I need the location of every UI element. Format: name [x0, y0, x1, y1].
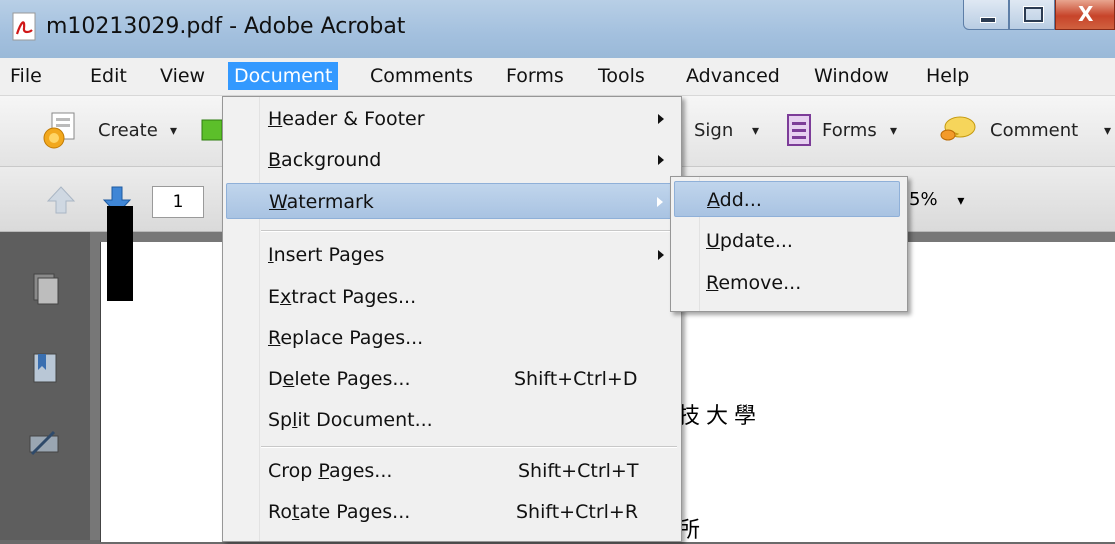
menu-item-watermark[interactable]: Watermark — [226, 183, 678, 219]
zoom-dropdown-icon: ▾ — [957, 193, 965, 209]
menu-help[interactable]: Help — [920, 62, 975, 90]
submenu-item-remove[interactable]: Remove... — [674, 265, 900, 301]
menu-item-split-document[interactable]: Split Document... — [226, 402, 676, 438]
submenu-item-add[interactable]: Add... — [674, 181, 900, 217]
maximize-button[interactable] — [1009, 0, 1055, 30]
comment-label: Comment — [990, 120, 1079, 141]
menu-item-label: Background — [268, 149, 382, 171]
menu-item-background[interactable]: Background — [226, 142, 676, 178]
menu-forms[interactable]: Forms — [500, 62, 570, 90]
menu-item-replace-pages[interactable]: Replace Pages... — [226, 320, 676, 356]
window-controls: X — [963, 0, 1115, 32]
menu-view[interactable]: View — [154, 62, 211, 90]
menu-item-crop-pages[interactable]: Crop Pages... Shift+Ctrl+T — [226, 453, 676, 489]
menu-item-label: Replace Pages... — [268, 327, 424, 349]
watermark-submenu: Add... Update... Remove... — [670, 176, 908, 312]
menu-item-label: Split Document... — [268, 409, 433, 431]
menu-item-label: Update... — [706, 230, 793, 252]
forms-icon — [787, 114, 811, 146]
create-label: Create — [98, 120, 158, 141]
comment-bubble-icon — [940, 116, 976, 141]
menu-separator — [261, 446, 677, 448]
signature-pen-icon — [29, 430, 59, 456]
menu-tools[interactable]: Tools — [592, 62, 651, 90]
submenu-arrow-icon — [658, 114, 664, 124]
menu-file[interactable]: File — [4, 62, 48, 90]
submenu-arrow-icon — [657, 197, 663, 207]
previous-page-button[interactable] — [44, 183, 78, 221]
menu-item-shortcut: Shift+Ctrl+D — [514, 368, 638, 390]
menu-item-label: Delete Pages... — [268, 368, 411, 390]
menu-bar: File Edit View Document Comments Forms T… — [0, 58, 1115, 96]
green-puzzle-icon — [201, 119, 223, 141]
sign-dropdown-icon: ▾ — [752, 123, 760, 139]
page-black-bar — [107, 206, 133, 301]
zoom-level[interactable]: )5% ▾ — [902, 185, 964, 216]
menu-item-label: Add... — [707, 189, 762, 211]
arrow-up-icon — [46, 186, 76, 214]
menu-item-label: Insert Pages — [268, 244, 385, 266]
pdf-file-icon — [12, 12, 38, 42]
forms-dropdown-icon: ▾ — [890, 123, 898, 139]
pages-icon — [33, 273, 59, 305]
forms-button[interactable]: Forms ▾ — [784, 114, 924, 148]
menu-item-shortcut: Shift+Ctrl+R — [516, 501, 639, 523]
submenu-item-update[interactable]: Update... — [674, 223, 900, 259]
pages-panel-button[interactable] — [24, 268, 64, 312]
title-bar: m10213029.pdf - Adobe Acrobat X — [0, 0, 1115, 59]
comment-button[interactable]: Comment ▾ — [938, 114, 1115, 148]
menu-edit[interactable]: Edit — [84, 62, 133, 90]
menu-window[interactable]: Window — [808, 62, 895, 90]
menu-item-label: Watermark — [269, 191, 374, 213]
page-number-input[interactable]: 1 — [152, 186, 204, 218]
page-text-2: 所 — [678, 518, 707, 543]
menu-item-label: Header & Footer — [268, 108, 425, 130]
menu-item-insert-pages[interactable]: Insert Pages — [226, 237, 676, 273]
sign-button[interactable]: Sign ▾ — [684, 114, 774, 148]
menu-item-label: Rotate Pages... — [268, 501, 411, 523]
menu-item-rotate-pages[interactable]: Rotate Pages... Shift+Ctrl+R — [226, 494, 676, 530]
window-title: m10213029.pdf - Adobe Acrobat — [46, 14, 406, 39]
maximize-icon — [1023, 6, 1044, 23]
navigation-panel — [0, 232, 90, 540]
create-button[interactable]: Create ▾ — [40, 112, 190, 149]
create-pdf-icon — [43, 112, 75, 149]
close-button[interactable]: X — [1055, 0, 1115, 30]
submenu-arrow-icon — [658, 250, 664, 260]
signatures-panel-button[interactable] — [24, 424, 64, 468]
menu-item-extract-pages[interactable]: Extract Pages... — [226, 279, 676, 315]
menu-item-label: Crop Pages... — [268, 460, 393, 482]
menu-document[interactable]: Document — [228, 62, 339, 90]
page-text-1: 技大學 — [678, 404, 763, 429]
sign-label: Sign — [694, 120, 734, 141]
document-menu: Header & Footer Background Watermark Ins… — [222, 96, 682, 542]
menu-item-label: Remove... — [706, 272, 802, 294]
submenu-arrow-icon — [658, 155, 664, 165]
comment-dropdown-icon: ▾ — [1104, 123, 1112, 139]
close-icon: X — [1078, 2, 1094, 26]
acrobat-window: m10213029.pdf - Adobe Acrobat X File Edi… — [0, 0, 1115, 543]
forms-label: Forms — [822, 120, 877, 141]
menu-comments[interactable]: Comments — [364, 62, 479, 90]
bookmarks-panel-button[interactable] — [24, 348, 64, 392]
menu-item-label: Extract Pages... — [268, 286, 417, 308]
menu-separator — [261, 230, 677, 232]
minimize-icon — [980, 17, 996, 23]
minimize-button[interactable] — [963, 0, 1009, 30]
menu-item-header-footer[interactable]: Header & Footer — [226, 101, 676, 137]
menu-advanced[interactable]: Advanced — [680, 62, 786, 90]
menu-item-shortcut: Shift+Ctrl+T — [518, 460, 639, 482]
menu-item-delete-pages[interactable]: Delete Pages... Shift+Ctrl+D — [226, 361, 676, 397]
create-dropdown-icon: ▾ — [170, 123, 178, 139]
bookmarks-icon — [33, 353, 57, 383]
